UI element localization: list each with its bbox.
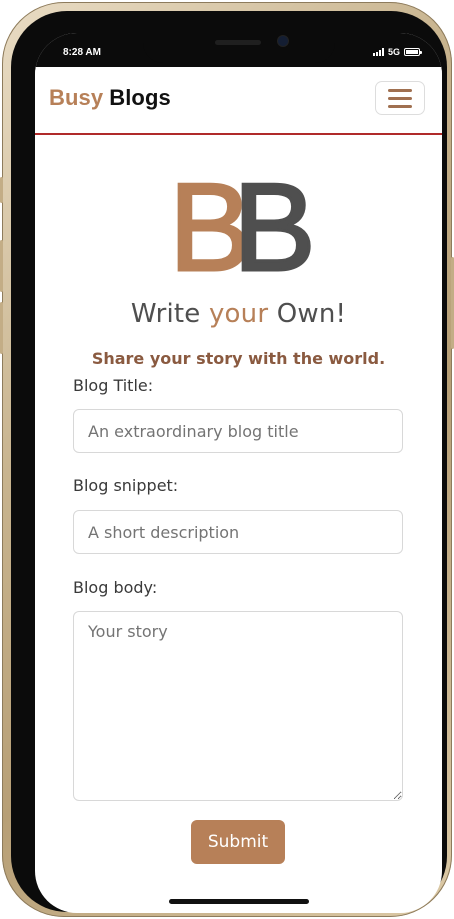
page-subtitle: Share your story with the world.	[91, 349, 386, 368]
title-word-your: your	[208, 299, 269, 329]
blog-body-label: Blog body:	[73, 578, 158, 597]
bb-logo: B B	[169, 179, 311, 279]
phone-side-button	[0, 240, 3, 292]
screen: 8:28 AM 5G Busy Blogs B B Write your Own…	[35, 33, 442, 913]
brand-part-busy: Busy	[49, 85, 104, 110]
phone-side-button	[0, 302, 3, 354]
front-camera-icon	[278, 36, 288, 46]
blog-snippet-label: Blog snippet:	[73, 476, 179, 495]
network-type: 5G	[387, 47, 400, 57]
hamburger-menu-icon	[388, 104, 412, 108]
status-bar: 8:28 AM 5G	[35, 33, 442, 67]
blog-title-label: Blog Title:	[73, 376, 154, 395]
hamburger-menu-icon	[388, 88, 412, 92]
navbar-toggle-button[interactable]	[375, 81, 425, 115]
status-indicators: 5G	[372, 47, 422, 57]
blog-title-input[interactable]	[73, 409, 403, 453]
submit-button[interactable]: Submit	[191, 820, 285, 864]
speaker-grille	[215, 40, 261, 45]
blog-snippet-input[interactable]	[73, 510, 403, 554]
signal-icon	[372, 48, 384, 56]
status-time: 8:28 AM	[63, 47, 101, 58]
logo-letter-2: B	[233, 179, 311, 279]
phone-bezel: 8:28 AM 5G Busy Blogs B B Write your Own…	[11, 11, 447, 913]
notch	[143, 33, 335, 63]
navbar: Busy Blogs	[35, 67, 442, 135]
home-indicator[interactable]	[169, 899, 309, 904]
phone-frame: 8:28 AM 5G Busy Blogs B B Write your Own…	[0, 2, 454, 917]
brand-logo[interactable]: Busy Blogs	[49, 85, 171, 111]
title-word-own: Own!	[276, 299, 347, 329]
hamburger-menu-icon	[388, 96, 412, 100]
blog-body-textarea[interactable]	[73, 611, 403, 801]
phone-side-button	[0, 177, 3, 203]
battery-icon	[404, 48, 422, 56]
title-word-write: Write	[130, 299, 201, 329]
brand-part-blogs: Blogs	[109, 85, 171, 110]
page-title: Write your Own!	[35, 299, 442, 329]
